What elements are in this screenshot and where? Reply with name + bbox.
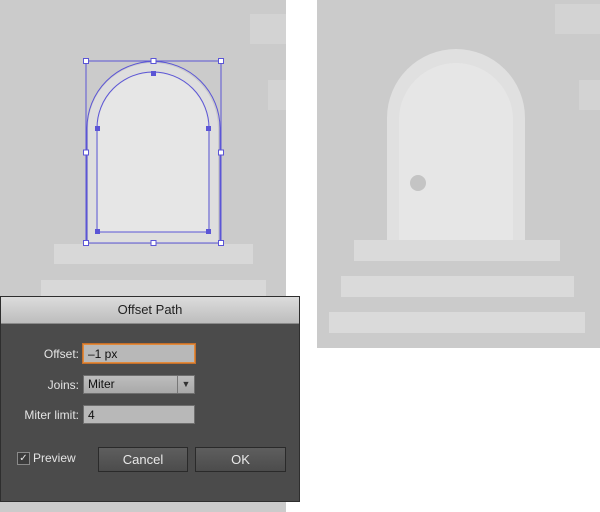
preview-checkbox[interactable]: ✓ — [17, 452, 30, 465]
offset-input[interactable] — [83, 344, 195, 363]
artboard-right[interactable] — [317, 0, 600, 348]
handle-bottom-left — [83, 240, 89, 246]
preview-label[interactable]: Preview — [33, 451, 76, 465]
handle-top-center — [150, 58, 157, 64]
step-top — [354, 240, 560, 261]
handle-bottom-right — [218, 240, 224, 246]
step-middle — [341, 276, 574, 297]
joins-label: Joins: — [47, 378, 79, 392]
door-inner-panel — [98, 73, 208, 232]
step-bottom — [329, 312, 585, 333]
handle-middle-left — [83, 149, 89, 156]
dialog-title[interactable]: Offset Path — [1, 297, 299, 324]
cancel-button[interactable]: Cancel — [98, 447, 188, 472]
triangle-down-icon: ▼ — [177, 376, 194, 393]
offset-label: Offset: — [43, 347, 79, 361]
anchor-point — [95, 126, 100, 131]
handle-middle-right — [218, 149, 224, 156]
finished-door — [329, 49, 585, 333]
handle-top-left — [83, 58, 89, 64]
anchor-point — [95, 229, 100, 234]
offset-path-dialog: Offset Path Offset: Joins: Miter ▼ Miter… — [0, 296, 300, 502]
selected-door-shape[interactable] — [0, 0, 286, 300]
joins-value: Miter — [88, 377, 115, 391]
miter-limit-label: Miter limit: — [24, 408, 79, 422]
door-panel — [399, 63, 513, 240]
anchor-point — [151, 71, 156, 76]
handle-top-right — [218, 58, 224, 64]
ok-button[interactable]: OK — [195, 447, 286, 472]
handle-bottom-center — [150, 240, 157, 246]
door-knob — [410, 175, 426, 191]
miter-limit-input[interactable] — [83, 405, 195, 424]
anchor-point — [206, 126, 211, 131]
anchor-point — [206, 229, 211, 234]
checkmark-icon: ✓ — [19, 453, 28, 464]
joins-dropdown[interactable]: Miter ▼ — [83, 375, 195, 394]
